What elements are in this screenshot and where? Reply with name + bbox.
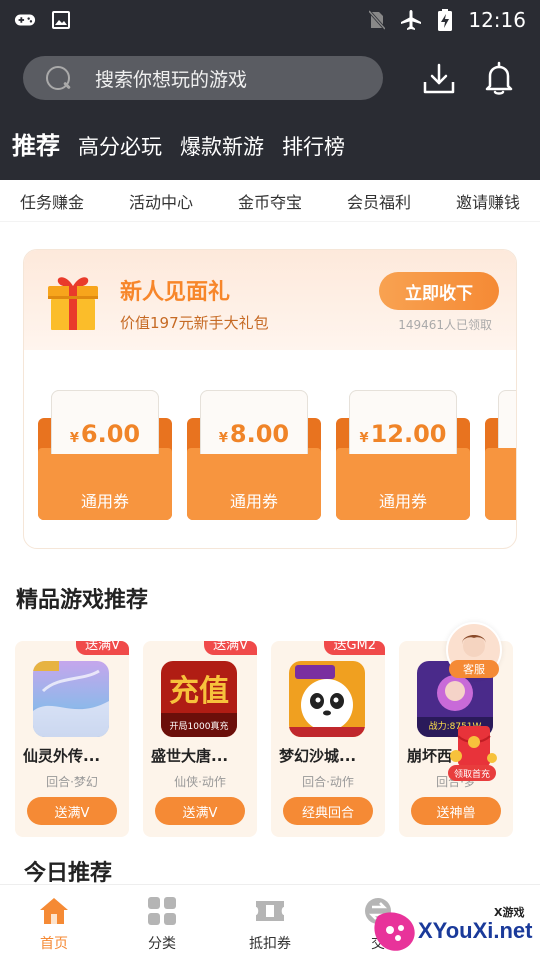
svg-text:充值: 充值	[169, 674, 229, 709]
gift-title: 新人见面礼	[120, 280, 231, 305]
quick-link-events[interactable]: 活动中心	[129, 189, 193, 213]
coupon-amount: ¥6.00	[70, 420, 140, 448]
status-bar: 12:16	[0, 0, 540, 40]
watermark-logo-icon	[370, 908, 418, 954]
coupon-label: 通用券	[378, 492, 427, 511]
coupon-front	[485, 448, 516, 520]
game-action-button[interactable]: 送满V	[27, 797, 117, 825]
gamepad-icon	[14, 11, 36, 29]
coupon-icon	[254, 895, 286, 927]
coupon-amount-value: 6.00	[80, 420, 141, 448]
coupon-amount: ¥8.00	[219, 420, 289, 448]
airplane-icon	[400, 10, 422, 30]
grid-icon	[146, 895, 178, 927]
gift-box-icon	[46, 272, 100, 332]
game-icon-shengshi: 充值 开局1000真充	[161, 661, 237, 737]
main-tabs: 推荐 高分必玩 爆款新游 排行榜	[12, 126, 363, 161]
tab-recommend[interactable]: 推荐	[12, 126, 60, 161]
game-genre: 仙侠·动作	[174, 775, 226, 789]
image-icon	[50, 11, 72, 29]
tab-hot-new[interactable]: 爆款新游	[180, 131, 264, 161]
coupon-8[interactable]: ¥8.00 通用券	[187, 390, 321, 520]
nav-coupon[interactable]: 抵扣券	[216, 885, 324, 960]
nav-category-label: 分类	[148, 936, 176, 952]
game-icon-caption: 开局1000真充	[170, 720, 229, 732]
status-time: 12:16	[468, 8, 526, 32]
game-action-button[interactable]: 经典回合	[283, 797, 373, 825]
currency-symbol: ¥	[69, 431, 79, 446]
new-user-gift-card: 新人见面礼 价值197元新手大礼包 立即收下 149461人已领取 ¥6.00 …	[23, 249, 517, 549]
bell-icon[interactable]	[482, 60, 516, 96]
coupon-label: 通用券	[80, 492, 129, 511]
search-placeholder: 搜索你想玩的游戏	[95, 68, 248, 91]
coupon-amount-value: 8.00	[229, 420, 290, 448]
coupon-partial[interactable]	[485, 390, 516, 520]
game-genre: 回合·梦幻	[46, 775, 98, 789]
search-input[interactable]: 搜索你想玩的游戏	[23, 56, 383, 100]
quick-link-treasure[interactable]: 金币夺宝	[238, 189, 302, 213]
coupon-12[interactable]: ¥12.00 通用券	[336, 390, 470, 520]
nav-category[interactable]: 分类	[108, 885, 216, 960]
watermark-text: XYouXi.net	[418, 918, 533, 943]
game-icon-menghuan	[289, 661, 365, 737]
nav-coupon-label: 抵扣券	[249, 936, 291, 952]
header: 搜索你想玩的游戏 推荐 高分必玩 爆款新游 排行榜	[0, 40, 540, 180]
game-name: 盛世大唐...	[151, 747, 229, 765]
featured-section-title: 精品游戏推荐	[16, 588, 149, 613]
game-action-button[interactable]: 送满V	[155, 797, 245, 825]
tab-ranking[interactable]: 排行榜	[282, 131, 345, 161]
game-tag: 送满V	[204, 641, 257, 655]
coupon-label: 通用券	[229, 492, 278, 511]
tab-high-score[interactable]: 高分必玩	[78, 131, 162, 161]
quick-link-tasks[interactable]: 任务赚金	[20, 189, 84, 213]
red-packet-label[interactable]: 领取首充	[448, 765, 496, 781]
download-icon[interactable]	[422, 62, 456, 96]
nav-home-label: 首页	[40, 936, 68, 952]
quick-links: 任务赚金 活动中心 金币夺宝 会员福利 邀请赚钱	[0, 180, 540, 222]
game-tag: 送GM2	[324, 641, 385, 655]
game-card[interactable]: 送GM2 梦幻沙城... 回合·动作 经典回合	[271, 641, 385, 837]
game-card[interactable]: 送满V 仙灵外传... 回合·梦幻 送满V	[15, 641, 129, 837]
coupon-6[interactable]: ¥6.00 通用券	[38, 390, 172, 520]
site-watermark: X游戏 XYouXi.net	[370, 898, 540, 960]
game-name: 梦幻沙城...	[279, 747, 357, 765]
search-icon	[43, 63, 73, 93]
coupon-amount: ¥12.00	[360, 420, 447, 448]
coupon-amount-value: 12.00	[370, 420, 447, 448]
currency-symbol: ¥	[359, 431, 369, 446]
customer-service-label[interactable]: 客服	[449, 660, 499, 678]
game-icon-xianling	[33, 661, 109, 737]
battery-charging-icon	[434, 9, 456, 31]
currency-symbol: ¥	[218, 431, 228, 446]
game-action-button[interactable]: 送神兽	[411, 797, 501, 825]
today-section-title: 今日推荐	[24, 861, 113, 886]
game-tag: 送满V	[76, 641, 129, 655]
game-name: 仙灵外传...	[23, 747, 101, 765]
gift-subtitle: 价值197元新手大礼包	[120, 314, 269, 332]
coupon-value-panel: ¥12.00	[349, 390, 457, 454]
coupon-value-panel: ¥8.00	[200, 390, 308, 454]
game-card[interactable]: 送满V 充值 开局1000真充 盛世大唐... 仙侠·动作 送满V	[143, 641, 257, 837]
quick-link-vip[interactable]: 会员福利	[347, 189, 411, 213]
nav-home[interactable]: 首页	[0, 885, 108, 960]
game-genre: 回合·动作	[302, 775, 354, 789]
no-sim-icon	[366, 10, 388, 30]
claimed-count: 149461人已领取	[398, 318, 492, 332]
quick-link-invite[interactable]: 邀请赚钱	[456, 189, 520, 213]
coupon-value-panel: ¥6.00	[51, 390, 159, 454]
claim-gift-button[interactable]: 立即收下	[379, 272, 499, 310]
home-icon	[38, 895, 70, 927]
